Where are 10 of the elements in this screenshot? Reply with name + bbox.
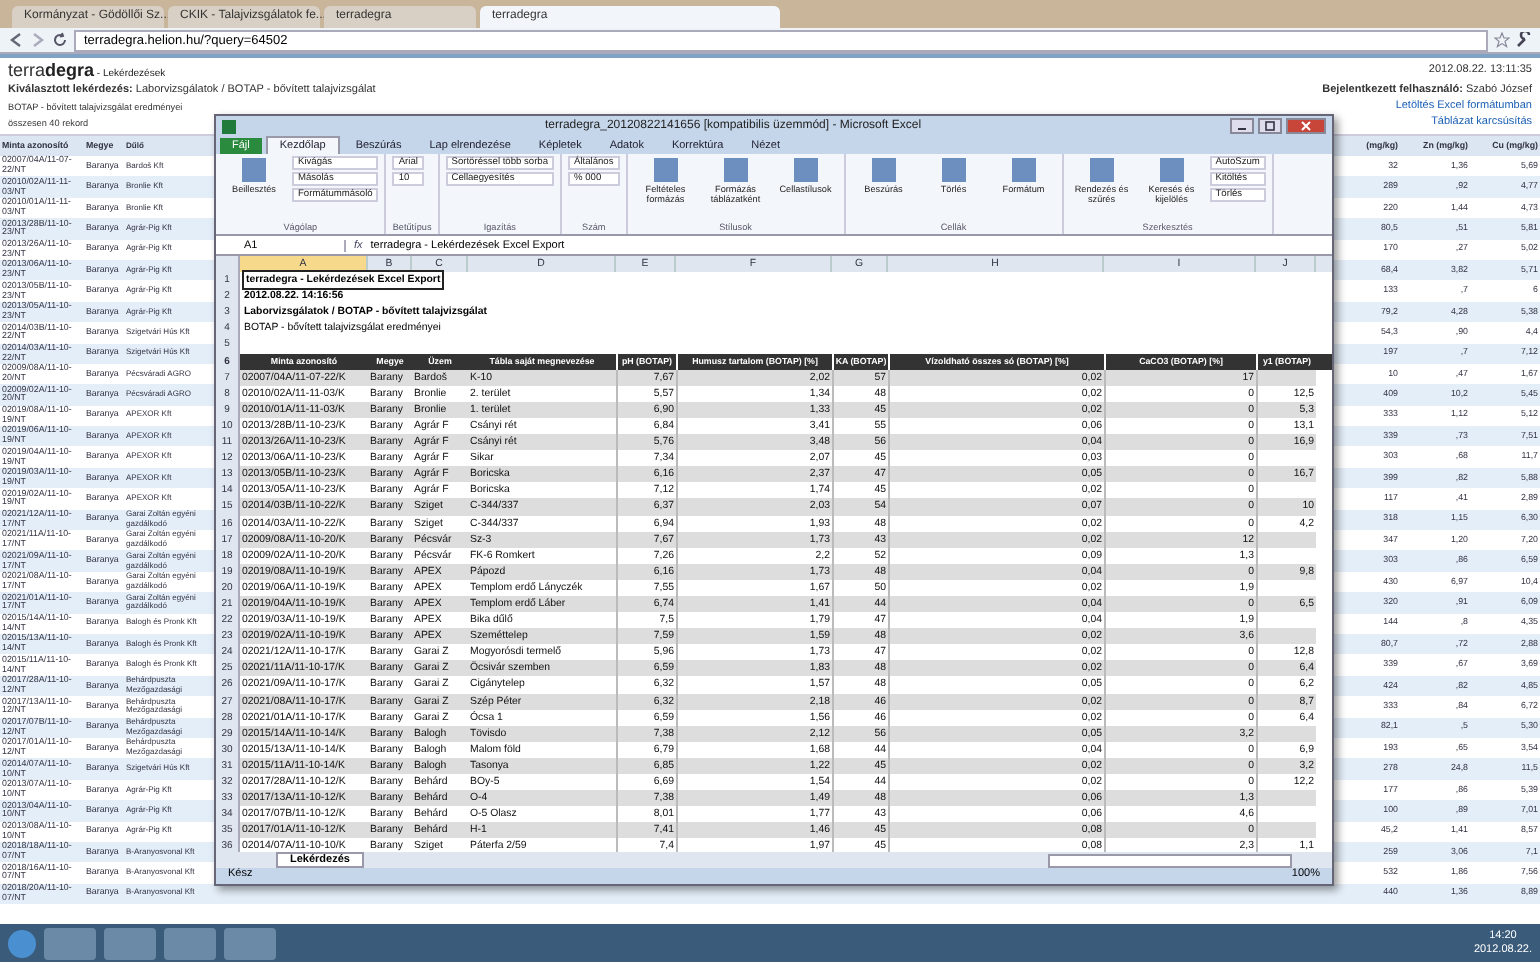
reload-icon[interactable] xyxy=(52,32,68,48)
maximize-icon[interactable] xyxy=(1258,118,1282,134)
minimize-icon[interactable] xyxy=(1230,118,1254,134)
horizontal-scrollbar[interactable] xyxy=(1048,853,1292,867)
wrench-icon[interactable] xyxy=(1516,32,1532,48)
sheet-cell xyxy=(1256,725,1316,742)
star-icon[interactable] xyxy=(1494,32,1510,48)
start-button[interactable] xyxy=(8,929,36,957)
excel-logo-icon xyxy=(222,119,236,133)
close-icon[interactable] xyxy=(1286,118,1326,134)
